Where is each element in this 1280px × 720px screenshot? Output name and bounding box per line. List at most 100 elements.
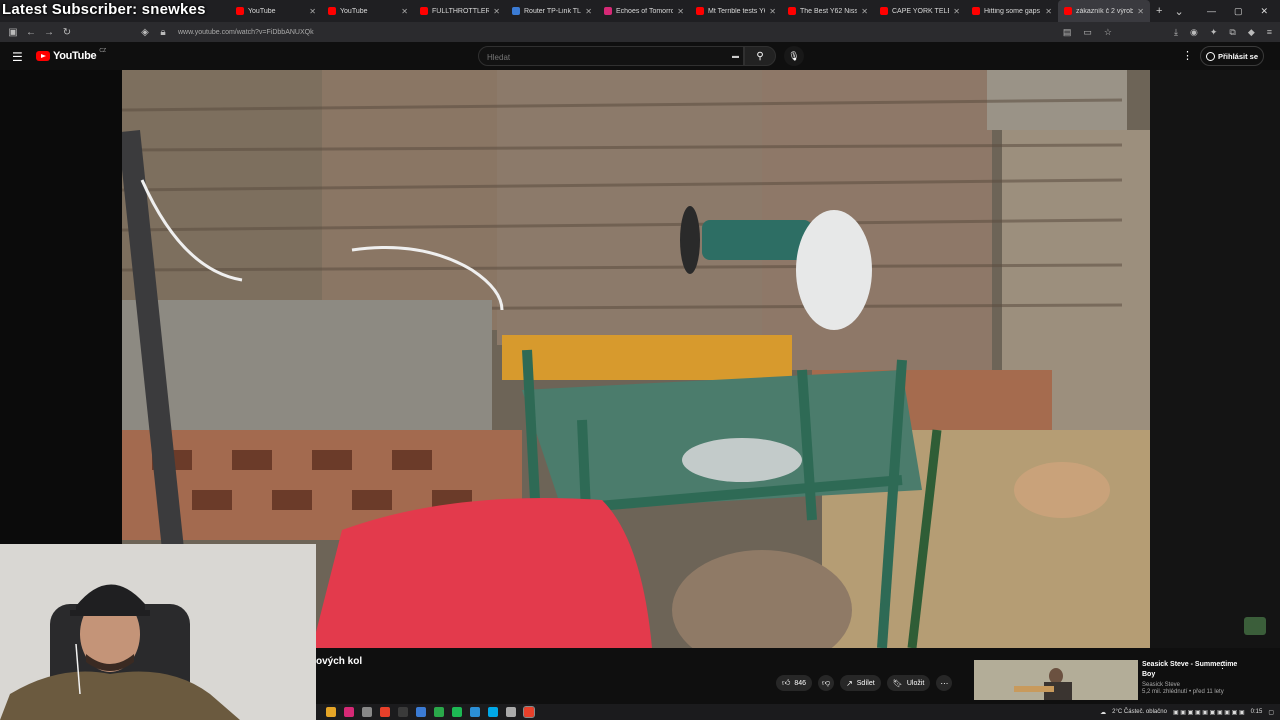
app-icon[interactable] (416, 707, 426, 717)
extensions-puzzle-icon[interactable]: ⧉ (1229, 27, 1235, 38)
notification-icon[interactable]: ▢ (1268, 709, 1274, 716)
like-button[interactable]: 👍︎ 846 (776, 675, 813, 691)
minimize-icon[interactable]: — (1207, 6, 1216, 16)
tab-label: zákazník č 2 výroba svo (1076, 7, 1134, 15)
brave-active-icon[interactable] (523, 706, 535, 718)
browser-menu-icon[interactable]: ≡ (1267, 27, 1272, 37)
tab-favicon-icon (880, 7, 888, 15)
account-icon[interactable]: ◉ (1190, 27, 1198, 38)
tab-favicon-icon (604, 7, 612, 15)
browser-tab[interactable]: Router TP-Link TL-WR3002X ✕ (506, 0, 598, 22)
sign-in-label: Přihlásit se (1217, 51, 1259, 61)
shield-icon[interactable]: ◈ (136, 27, 154, 38)
extension-icon[interactable]: ✦ (1210, 27, 1218, 38)
tab-close-icon[interactable]: ✕ (493, 7, 500, 16)
app-icon[interactable] (398, 707, 408, 717)
clock[interactable]: 0:15 (1251, 709, 1263, 715)
shield-ext-icon[interactable]: ◆ (1248, 27, 1255, 38)
keyboard-icon[interactable]: ▬ (732, 53, 739, 60)
tab-close-icon[interactable]: ✕ (769, 7, 776, 16)
maximize-icon[interactable]: ▢ (1234, 6, 1243, 17)
recommendation-more-icon[interactable]: ⋮ (1218, 660, 1227, 671)
weather-icon[interactable]: ☁ (1100, 709, 1106, 716)
app-icon[interactable] (434, 707, 444, 717)
webcam-image (0, 544, 316, 720)
app-icon[interactable] (506, 707, 516, 717)
browser-tab[interactable]: Echoes of Tomorrow | Insta✕ (598, 0, 690, 22)
download-icon[interactable]: ⤓ (1174, 27, 1178, 38)
thumbs-down-icon: 👎︎ (822, 678, 831, 687)
tab-close-icon[interactable]: ✕ (677, 7, 684, 16)
video-title: ových kol (316, 656, 363, 667)
browser-tab[interactable]: YouTube ✕ (322, 0, 414, 22)
share-label: Sdílet (856, 679, 875, 687)
spotify-icon[interactable] (452, 707, 462, 717)
tab-list-chevron-icon[interactable]: ⌄ (1174, 5, 1183, 18)
search-input[interactable] (479, 48, 725, 67)
vlc-icon[interactable] (326, 707, 336, 717)
tab-label: FULLTHROTTLERICK - YouTu (432, 7, 490, 15)
app-icon[interactable] (362, 707, 372, 717)
search-button[interactable]: ⚲ (744, 46, 776, 66)
back-icon[interactable]: ← (22, 27, 40, 38)
browser-tab[interactable]: Hitting some gaps | FPV Fre ✕ (966, 0, 1058, 22)
browser-tab[interactable]: Mt Terrible tests Y62 Nissan ✕ (690, 0, 782, 22)
tab-favicon-icon (328, 7, 336, 15)
lock-icon[interactable]: 🔒︎ (154, 27, 172, 38)
tab-close-icon[interactable]: ✕ (1045, 7, 1052, 16)
more-options-icon[interactable]: ⋮ (1182, 49, 1193, 62)
tab-close-icon[interactable]: ✕ (309, 7, 316, 16)
tab-close-icon[interactable]: ✕ (861, 7, 868, 16)
browser-tab[interactable]: CAPE YORK TELE TRACK LAS ✕ (874, 0, 966, 22)
youtube-header: ☰ YouTube CZ ▬ ⚲ 🎙︎ ⋮ Přihlásit se (0, 42, 1280, 70)
more-actions-button[interactable]: ⋯ (936, 675, 953, 691)
recommended-video-info[interactable]: Seasick Steve - Summertime Boy Seasick S… (1142, 660, 1242, 695)
sign-in-button[interactable]: Přihlásit se (1200, 46, 1264, 66)
bookmark-icon: 🔖︎ (892, 678, 903, 688)
instagram-icon[interactable] (344, 707, 354, 717)
pip-icon[interactable]: ▭ (1083, 27, 1092, 38)
close-window-icon[interactable]: ✕ (1260, 6, 1268, 17)
edge-icon[interactable] (470, 707, 480, 717)
system-tray: ☁ 2°C Částeč. oblačno ▣ ▣ ▣ ▣ ▣ ▣ ▣ ▣ ▣ … (1100, 704, 1274, 720)
dislike-button[interactable]: 👎︎ (818, 675, 835, 691)
brave-icon[interactable] (380, 707, 390, 717)
reload-icon[interactable]: ↻ (58, 27, 76, 38)
thumbs-up-icon: 👍︎ (782, 678, 791, 687)
url-field[interactable]: www.youtube.com/watch?v=FiDbbANUXQk (178, 29, 314, 36)
bookmark-star-icon[interactable]: ☆ (1104, 27, 1112, 38)
region-code: CZ (99, 48, 106, 54)
like-count: 846 (794, 679, 807, 687)
voice-search-button[interactable]: 🎙︎ (784, 46, 804, 66)
save-button[interactable]: 🔖︎ Uložit (886, 675, 931, 691)
browser-tab[interactable]: The Best Y62 Nissan Patrol✕ (782, 0, 874, 22)
tab-close-icon[interactable]: ✕ (1137, 7, 1144, 16)
browser-tab[interactable]: FULLTHROTTLERICK - YouTu✕ (414, 0, 506, 22)
webcam-overlay (0, 544, 316, 720)
tab-favicon-icon (972, 7, 980, 15)
app-icon[interactable] (488, 707, 498, 717)
recommended-channel-name[interactable]: Seasick Steve (1142, 682, 1242, 688)
youtube-wordmark: YouTube (53, 50, 97, 62)
sidebar-toggle-icon[interactable]: ▣ (4, 27, 22, 38)
tab-close-icon[interactable]: ✕ (585, 7, 592, 16)
tab-close-icon[interactable]: ✕ (953, 7, 960, 16)
hamburger-menu-icon[interactable]: ☰ (12, 50, 23, 64)
youtube-logo[interactable]: YouTube CZ (36, 48, 106, 62)
more-horizontal-icon: ⋯ (940, 678, 949, 688)
tab-label: Echoes of Tomorrow | Insta (616, 7, 674, 15)
tab-close-icon[interactable]: ✕ (401, 7, 408, 16)
share-button[interactable]: ↗ Sdílet (840, 675, 881, 691)
forward-icon[interactable]: → (40, 27, 58, 38)
reader-icon[interactable]: ▤ (1063, 27, 1072, 38)
browser-tab[interactable]: zákazník č 2 výroba svo✕ (1058, 0, 1150, 22)
tray-icons[interactable]: ▣ ▣ ▣ ▣ ▣ ▣ ▣ ▣ ▣ ▣ (1173, 709, 1245, 716)
share-icon: ↗ (846, 678, 853, 688)
recommended-video-thumbnail[interactable] (974, 660, 1139, 708)
weather-text[interactable]: 2°C Částeč. oblačno (1112, 709, 1167, 715)
tab-label: Mt Terrible tests Y62 Nissan (708, 7, 765, 15)
browser-tab[interactable]: YouTube ✕ (230, 0, 322, 22)
new-tab-button[interactable]: + (1156, 5, 1162, 17)
tab-label: Router TP-Link TL-WR3002X (524, 7, 581, 15)
recommended-video-title[interactable]: Seasick Steve - Summertime Boy (1142, 660, 1242, 680)
